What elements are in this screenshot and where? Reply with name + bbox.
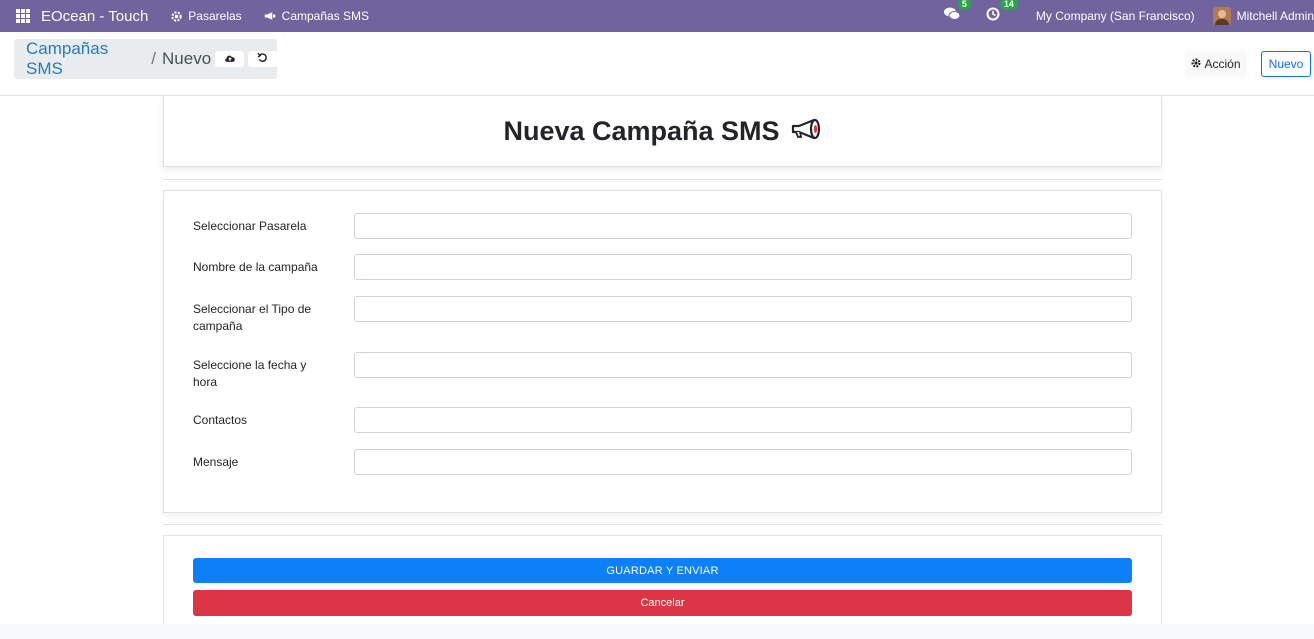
messages-systray[interactable]: 5 bbox=[943, 0, 971, 26]
company-switcher[interactable]: My Company (San Francisco) bbox=[1036, 9, 1195, 23]
breadcrumb-current: Nuevo bbox=[162, 49, 212, 68]
gear-icon bbox=[1191, 57, 1202, 71]
control-panel: Campañas SMS / Nuevo Acción Nuevo bbox=[0, 32, 1314, 96]
breadcrumb-parent-link[interactable]: Campañas SMS bbox=[26, 39, 145, 79]
menu-item-campanas-sms[interactable]: Campañas SMS bbox=[264, 9, 369, 23]
discard-changes-button[interactable] bbox=[248, 51, 277, 67]
new-record-button[interactable]: Nuevo bbox=[1261, 51, 1311, 77]
gear-icon bbox=[171, 10, 182, 22]
breadcrumb: Campañas SMS / Nuevo bbox=[14, 39, 277, 79]
contacts-input[interactable] bbox=[354, 407, 1132, 433]
form-card: Seleccionar Pasarela Nombre de la campañ… bbox=[163, 190, 1162, 513]
user-menu[interactable]: Mitchell Admin bbox=[1237, 9, 1314, 23]
page-title: Nueva Campaña SMS bbox=[503, 116, 821, 147]
megaphone-icon bbox=[264, 11, 276, 21]
divider bbox=[163, 524, 1162, 525]
clock-icon bbox=[986, 7, 1000, 26]
action-menu-button[interactable]: Acción bbox=[1185, 51, 1247, 77]
form-title: Nueva Campaña SMS bbox=[503, 115, 780, 146]
form-view: Nueva Campaña SMS Seleccionar Pasarela N… bbox=[0, 96, 1314, 624]
save-record-button[interactable] bbox=[215, 50, 245, 68]
title-card: Nueva Campaña SMS bbox=[163, 96, 1162, 167]
divider bbox=[163, 179, 1162, 180]
messages-badge: 5 bbox=[957, 0, 971, 10]
cancel-button[interactable]: Cancelar bbox=[193, 590, 1132, 616]
breadcrumb-separator: / bbox=[151, 49, 157, 68]
field-label: Seleccionar Pasarela bbox=[193, 219, 307, 233]
campaign-name-input[interactable] bbox=[354, 254, 1132, 280]
apps-menu-icon[interactable] bbox=[16, 9, 30, 23]
campaign-type-select[interactable] bbox=[354, 296, 1132, 322]
megaphone-icon bbox=[790, 116, 822, 147]
footer-strip bbox=[0, 624, 1314, 639]
field-label: Mensaje bbox=[193, 455, 239, 469]
field-label: Seleccionar el Tipo de campaña bbox=[193, 302, 312, 333]
action-menu-label: Acción bbox=[1204, 57, 1241, 71]
chat-icon bbox=[943, 7, 961, 26]
app-name[interactable]: EOcean - Touch bbox=[41, 8, 148, 25]
avatar[interactable] bbox=[1212, 7, 1231, 25]
field-label: Nombre de la campaña bbox=[193, 260, 318, 274]
activities-badge: 14 bbox=[999, 0, 1018, 10]
menu-item-label: Pasarelas bbox=[188, 9, 242, 23]
datetime-input[interactable] bbox=[354, 352, 1132, 378]
cloud-upload-icon bbox=[224, 50, 236, 68]
buttons-card: GUARDAR Y ENVIAR Cancelar bbox=[163, 535, 1162, 624]
message-textarea[interactable] bbox=[354, 449, 1132, 475]
undo-icon bbox=[257, 50, 268, 68]
save-and-send-button[interactable]: GUARDAR Y ENVIAR bbox=[193, 558, 1132, 583]
gateway-select[interactable] bbox=[354, 213, 1132, 239]
menu-item-pasarelas[interactable]: Pasarelas bbox=[171, 9, 242, 23]
top-navbar: EOcean - Touch Pasarelas Campañas SMS 5 … bbox=[0, 0, 1314, 32]
field-label: Seleccione la fecha y hora bbox=[193, 358, 307, 389]
field-label: Contactos bbox=[193, 413, 248, 427]
activities-systray[interactable]: 14 bbox=[986, 0, 1018, 26]
menu-item-label: Campañas SMS bbox=[281, 9, 370, 23]
